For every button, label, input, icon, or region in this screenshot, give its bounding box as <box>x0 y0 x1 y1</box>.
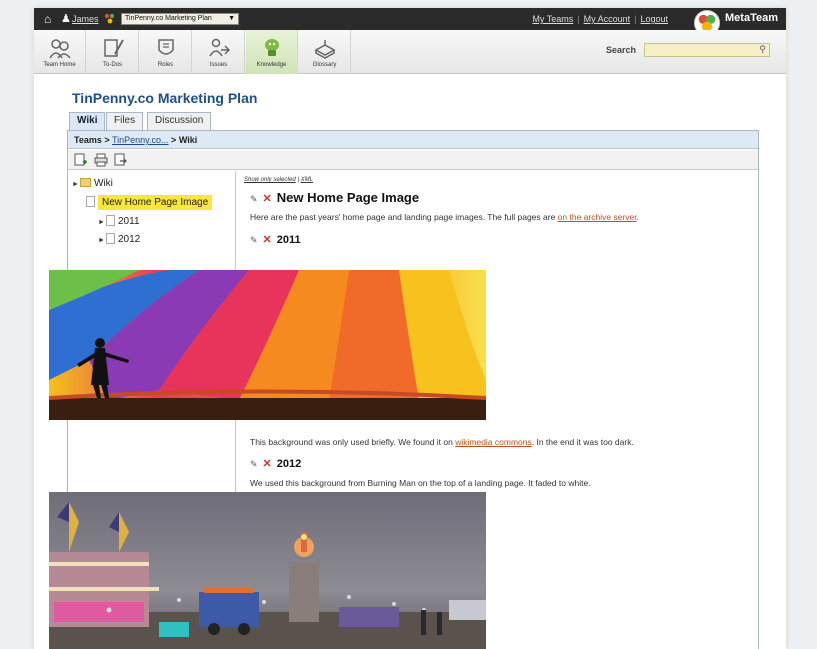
view-options: Show only selected | XML <box>244 177 313 183</box>
page-icon <box>106 215 115 226</box>
breadcrumb-team[interactable]: TinPenny.co... <box>112 135 169 145</box>
action-bar <box>68 150 758 170</box>
tool-knowledge[interactable]: Knowledge <box>246 30 298 74</box>
knowledge-icon <box>264 39 279 56</box>
home-icon[interactable]: ⌂ <box>44 12 51 26</box>
balloon-image <box>49 270 486 420</box>
section-2012-heading: ✎ ✕ 2012 <box>250 458 302 470</box>
my-account-link[interactable]: My Account <box>584 14 631 24</box>
page-heading: ✎ ✕ New Home Page Image <box>250 190 420 205</box>
logout-link[interactable]: Logout <box>640 14 668 24</box>
show-selected-link[interactable]: Show only selected <box>244 177 296 183</box>
delete-icon[interactable]: ✕ <box>263 193 272 205</box>
edit-icon[interactable]: ✎ <box>250 194 258 204</box>
app-window: ⌂ ♟ James TinPenny.co Marketing Plan ▼ M… <box>34 8 786 649</box>
burning-man-image <box>49 492 486 649</box>
folder-icon <box>80 178 91 187</box>
caption-2011: This background was only used briefly. W… <box>250 437 634 447</box>
issues-icon <box>208 38 230 57</box>
account-links: My Teams | My Account | Logout <box>532 14 668 24</box>
tree-node-root[interactable]: ► Wiki <box>72 176 113 192</box>
my-teams-link[interactable]: My Teams <box>532 14 573 24</box>
tree-node-selected[interactable]: New Home Page Image <box>86 195 213 211</box>
search-label: Search <box>606 45 637 55</box>
tool-roles[interactable]: Roles <box>140 30 192 74</box>
brand-name: MetaTeam <box>725 12 778 24</box>
edit-icon[interactable]: ✎ <box>250 459 258 469</box>
team-select[interactable]: TinPenny.co Marketing Plan ▼ <box>121 13 239 25</box>
tree-node-2012[interactable]: ► 2012 <box>98 232 140 248</box>
user-link[interactable]: James <box>72 14 99 24</box>
tool-issues[interactable]: Issues <box>193 30 245 74</box>
expand-icon[interactable]: ► <box>98 215 106 231</box>
page-icon <box>86 196 95 207</box>
todos-icon <box>103 39 124 57</box>
breadcrumb-current: Wiki <box>178 135 198 145</box>
search-icon[interactable]: ⚲ <box>759 44 766 55</box>
tab-wiki[interactable]: Wiki <box>69 112 106 130</box>
tool-todos[interactable]: To-Dos <box>87 30 139 74</box>
glossary-icon <box>313 40 336 59</box>
tab-discussion[interactable]: Discussion <box>147 112 212 130</box>
roles-icon <box>157 39 174 55</box>
tab-files[interactable]: Files <box>106 112 144 130</box>
tool-team-home[interactable]: Team Home <box>34 30 86 74</box>
archive-server-link[interactable]: on the archive server <box>558 212 637 222</box>
intro-text: Here are the past years' home page and l… <box>250 212 639 222</box>
chevron-down-icon: ▼ <box>228 15 235 22</box>
page-icon <box>106 233 115 244</box>
collapse-icon[interactable]: ► <box>72 177 80 193</box>
wikimedia-link[interactable]: wikimedia commons <box>455 437 532 447</box>
team-home-icon <box>48 39 71 59</box>
tool-glossary[interactable]: Glossary <box>299 30 351 74</box>
breadcrumb: Teams > TinPenny.co... > Wiki <box>68 131 758 149</box>
main-toolbar: Team Home To-Dos Roles Issues Knowledge … <box>34 30 786 74</box>
section-2011-heading: ✎ ✕ 2011 <box>250 234 301 246</box>
delete-icon[interactable]: ✕ <box>263 234 272 246</box>
xml-link[interactable]: XML <box>301 177 313 183</box>
search-input[interactable]: ⚲ <box>644 43 770 57</box>
export-icon[interactable] <box>114 153 128 167</box>
team-icon <box>104 13 115 24</box>
add-page-icon[interactable] <box>74 153 88 167</box>
page-title: TinPenny.co Marketing Plan <box>72 90 258 106</box>
breadcrumb-teams[interactable]: Teams <box>74 135 102 145</box>
delete-icon[interactable]: ✕ <box>263 458 272 470</box>
expand-icon[interactable]: ► <box>98 233 106 249</box>
user-icon: ♟ <box>61 13 71 25</box>
top-bar: ⌂ ♟ James TinPenny.co Marketing Plan ▼ M… <box>34 8 786 36</box>
caption-2012: We used this background from Burning Man… <box>250 478 591 488</box>
tree-node-2011[interactable]: ► 2011 <box>98 214 140 230</box>
print-icon[interactable] <box>94 153 108 167</box>
edit-icon[interactable]: ✎ <box>250 235 258 245</box>
